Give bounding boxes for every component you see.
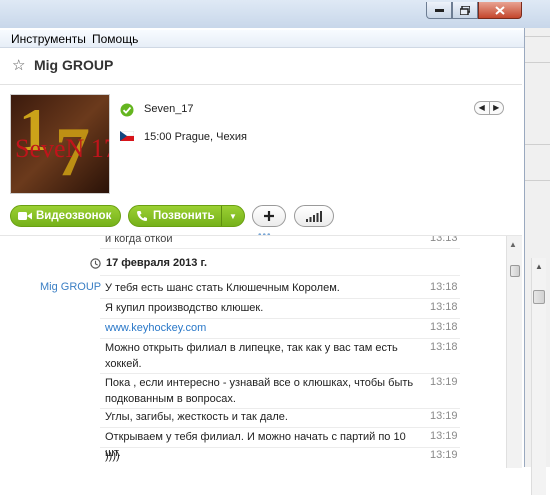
clock-icon: [90, 257, 101, 269]
call-quality-button[interactable]: [294, 205, 334, 227]
divider: [525, 36, 550, 37]
close-icon: [495, 5, 505, 15]
message-text: Можно открыть филиал в липецке, так как …: [105, 342, 398, 370]
chat-history[interactable]: и когда откой 13:13 17 февраля 2013 г. M…: [0, 235, 522, 468]
profile-nav-arrows: ◀ ▶: [474, 101, 504, 115]
background-window-strip: ▲: [524, 28, 550, 495]
message-time: 13:18: [430, 341, 458, 353]
message-link[interactable]: www.keyhockey.com: [105, 320, 420, 336]
maximize-button[interactable]: [452, 2, 478, 19]
date-separator: 17 февраля 2013 г.: [90, 257, 207, 269]
message-text: Пока , если интересно - узнавай все о кл…: [105, 377, 414, 405]
restore-icon: [460, 5, 470, 15]
divider: [100, 298, 460, 299]
contact-name: Seven_17: [144, 103, 194, 115]
background-scrollbar[interactable]: ▲: [531, 258, 546, 495]
divider: [525, 180, 550, 181]
chevron-left-icon[interactable]: ◀: [475, 102, 490, 114]
message-time: 13:19: [430, 449, 458, 461]
partial-message-time: 13:13: [430, 235, 458, 244]
message-text: Я купил производство клюшек.: [105, 302, 264, 314]
page-title: Mig GROUP: [34, 57, 114, 73]
call-label: Позвонить: [153, 210, 215, 222]
divider: [525, 62, 550, 63]
window-controls: [426, 2, 522, 20]
divider: [100, 427, 460, 428]
close-button[interactable]: [478, 2, 522, 19]
scroll-up-icon[interactable]: ▲: [509, 240, 517, 249]
message-time: 13:18: [430, 301, 458, 313]
video-camera-icon: [18, 212, 32, 220]
partial-message-text: и когда откой: [105, 235, 173, 245]
scroll-thumb[interactable]: [533, 290, 545, 304]
divider: [100, 248, 460, 249]
scroll-thumb[interactable]: [510, 265, 520, 277]
plus-icon: [264, 211, 274, 221]
chat-scrollbar[interactable]: ▲: [506, 236, 522, 468]
message-time: 13:19: [430, 430, 458, 442]
video-call-label: Видеозвонок: [36, 210, 112, 222]
header-divider: [0, 84, 522, 85]
chevron-down-icon[interactable]: ▼: [221, 206, 244, 226]
call-button[interactable]: Позвонить ▼: [128, 205, 245, 227]
czech-flag-icon: [120, 131, 134, 141]
chevron-right-icon[interactable]: ▶: [490, 102, 504, 114]
phone-icon: [137, 211, 147, 221]
date-label: 17 февраля 2013 г.: [106, 257, 208, 269]
message-time: 13:18: [430, 321, 458, 333]
window-titlebar: [0, 0, 550, 29]
avatar[interactable]: 1 7 SeveN 17: [10, 94, 110, 194]
message-text: )))): [105, 450, 120, 462]
divider: [100, 318, 460, 319]
video-call-button[interactable]: Видеозвонок: [10, 205, 121, 227]
divider: [100, 275, 460, 276]
message-text: Углы, загибы, жесткость и так дале.: [105, 411, 288, 423]
menu-tools[interactable]: Инструменты: [11, 32, 86, 46]
message-sender[interactable]: Mig GROUP: [40, 281, 101, 293]
conversation-header: ☆ Mig GROUP: [0, 48, 524, 84]
message-time: 13:18: [430, 281, 458, 293]
add-participant-button[interactable]: [252, 205, 286, 227]
menubar: Инструменты Помощь: [0, 30, 524, 48]
divider: [525, 144, 550, 145]
divider: [100, 338, 460, 339]
scroll-up-icon[interactable]: ▲: [532, 260, 546, 274]
avatar-image: 1 7 SeveN 17: [11, 95, 109, 193]
avatar-text: SeveN 17: [15, 134, 109, 163]
menu-help[interactable]: Помощь: [92, 32, 138, 46]
star-icon[interactable]: ☆: [12, 56, 25, 74]
message-time: 13:19: [430, 376, 458, 388]
minimize-button[interactable]: [426, 2, 452, 19]
message-text: У тебя есть шанс стать Клюшечным Королем…: [105, 282, 340, 294]
signal-bars-icon: [306, 210, 322, 222]
divider: [100, 373, 460, 374]
online-status-icon: [120, 103, 134, 117]
minimize-icon: [434, 8, 444, 12]
contact-location: 15:00 Prague, Чехия: [144, 131, 247, 143]
message-time: 13:19: [430, 410, 458, 422]
